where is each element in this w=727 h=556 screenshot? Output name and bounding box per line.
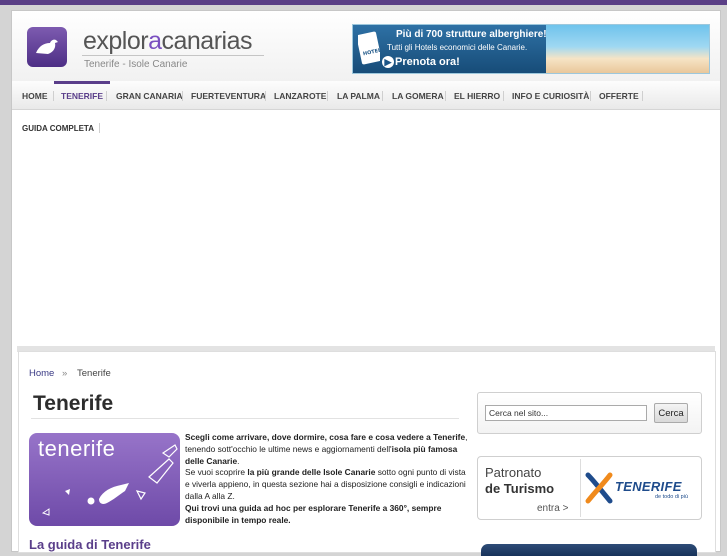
site-tagline: Tenerife - Isole Canarie [84, 59, 188, 70]
nav-separator [503, 91, 504, 101]
nav-item-tenerife[interactable]: TENERIFE [54, 81, 111, 112]
patronato-turismo-ad[interactable]: Patronato de Turismo entra > TENERIFE de… [477, 456, 702, 520]
hotels-sign-icon: HOTELS [358, 31, 380, 65]
ad-line-2: de Turismo [485, 481, 555, 496]
title-divider [31, 418, 459, 419]
nav-separator [327, 91, 328, 101]
banner-subline: Tutti gli Hotels economici delle Canarie… [387, 43, 528, 52]
nav-separator [382, 91, 383, 101]
subnav-separator [99, 123, 100, 133]
ad-enter-link[interactable]: entra > [537, 503, 568, 514]
breadcrumb-separator: » [62, 368, 68, 379]
nav-item-home[interactable]: HOME [22, 81, 48, 109]
nav-separator [445, 91, 446, 101]
beach-photo [546, 25, 709, 73]
tenerife-map-image: tenerife [29, 433, 180, 526]
search-widget: Cerca [477, 392, 702, 434]
nav-item-gran-canaria[interactable]: GRAN CANARIA [116, 81, 183, 109]
top-accent-strip [0, 0, 727, 5]
nav-item-fuerteventura[interactable]: FUERTEVENTURA [191, 81, 266, 109]
nav-separator [642, 91, 643, 101]
nav-separator [590, 91, 591, 101]
bird-logo-icon[interactable] [27, 27, 67, 67]
logo-divider [82, 55, 264, 56]
content-panel: Home » Tenerife Tenerife tenerife Scegli… [18, 351, 716, 556]
search-button[interactable]: Cerca [654, 403, 688, 423]
nav-item-offerte[interactable]: OFFERTE [599, 81, 639, 109]
nav-item-la-palma[interactable]: LA PALMA [337, 81, 380, 109]
ad-divider [580, 459, 581, 517]
search-input[interactable] [485, 405, 647, 421]
page-wrapper: exploracanarias Tenerife - Isole Canarie… [11, 10, 721, 556]
nav-separator [182, 91, 183, 101]
ad-logo-tagline: de todo di più [655, 494, 689, 500]
ad-line-1: Patronato [485, 465, 542, 480]
ad-logo-text: TENERIFE [615, 479, 682, 494]
nav-separator [265, 91, 266, 101]
banner-headline: Più di 700 strutture alberghiere! [396, 29, 547, 40]
hotel-banner-ad[interactable]: HOTELS Più di 700 strutture alberghiere!… [352, 24, 710, 74]
canary-islands-map-icon [41, 444, 178, 516]
nav-item-el-hierro[interactable]: EL HIERRO [454, 81, 500, 109]
nav-item-lanzarote[interactable]: LANZAROTE [274, 81, 326, 109]
nav-item-la-gomera[interactable]: LA GOMERA [392, 81, 444, 109]
sidebar-widget-header [481, 544, 697, 556]
subnav-guida-completa[interactable]: GUIDA COMPLETA [22, 124, 94, 133]
breadcrumb-home[interactable]: Home [29, 368, 54, 379]
tenerife-x-logo-icon [585, 472, 613, 504]
site-logo-text[interactable]: exploracanarias [83, 27, 252, 56]
nav-separator [106, 91, 107, 101]
site-header: exploracanarias Tenerife - Isole Canarie… [12, 11, 720, 81]
breadcrumb-current: Tenerife [77, 368, 111, 379]
page-title: Tenerife [33, 392, 114, 415]
nav-item-info-curiosita[interactable]: INFO E CURIOSITÀ [512, 81, 589, 109]
arrow-right-icon: ▶ [382, 56, 394, 68]
intro-text: Scegli come arrivare, dove dormire, cosa… [185, 432, 468, 525]
main-nav: HOME TENERIFE GRAN CANARIA FUERTEVENTURA… [12, 81, 720, 110]
banner-cta[interactable]: Prenota ora! [395, 56, 460, 68]
